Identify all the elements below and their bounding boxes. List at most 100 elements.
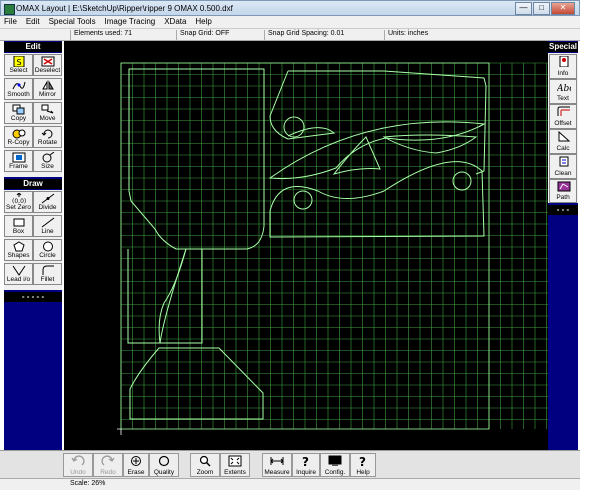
part-left-bar bbox=[127, 248, 187, 344]
part-blade-right bbox=[382, 134, 478, 154]
path-button[interactable]: Path bbox=[549, 179, 577, 203]
size-label: Size bbox=[41, 163, 54, 170]
line-button[interactable]: Line bbox=[33, 215, 62, 237]
fillet-button[interactable]: Fillet bbox=[33, 263, 62, 285]
size-button[interactable]: Size bbox=[33, 150, 62, 172]
draw-panel-more[interactable]: - - - - - bbox=[4, 292, 62, 302]
menu-bar: File Edit Special Tools Image Tracing XD… bbox=[0, 16, 580, 29]
extents-icon bbox=[228, 455, 242, 467]
smooth-button[interactable]: Smooth bbox=[4, 78, 33, 100]
erase-button[interactable]: Erase bbox=[123, 453, 149, 477]
edit-tools-group: S Select Deselect Smooth Mirror Copy Mov… bbox=[4, 53, 62, 177]
divide-label: Divide bbox=[38, 204, 57, 211]
text-label: Text bbox=[557, 95, 569, 102]
set-zero-button[interactable]: (0,0) Set Zero bbox=[4, 191, 33, 213]
title-bar: OMAX Layout | E:\SketchUp\Ripper\ripper … bbox=[0, 0, 580, 16]
hole-lower-left bbox=[293, 190, 313, 210]
select-label: Select bbox=[9, 67, 28, 74]
rotate-label: Rotate bbox=[37, 139, 58, 146]
move-label: Move bbox=[39, 115, 56, 122]
menu-special-tools[interactable]: Special Tools bbox=[45, 16, 99, 26]
offset-label: Offset bbox=[554, 120, 572, 127]
edit-panel-title: Edit bbox=[4, 42, 62, 52]
minimize-button[interactable]: — bbox=[515, 2, 532, 15]
path-label: Path bbox=[556, 194, 570, 201]
copy-icon bbox=[12, 104, 25, 115]
menu-help[interactable]: Help bbox=[191, 16, 214, 26]
part-upper-left bbox=[128, 68, 265, 250]
frame-label: Frame bbox=[9, 163, 28, 170]
drawing-canvas[interactable] bbox=[64, 41, 548, 450]
special-tools-group: Info Abc Text Offset Calc Clean Path bbox=[548, 53, 578, 203]
clean-button[interactable]: Clean bbox=[549, 154, 577, 179]
measure-icon bbox=[270, 457, 284, 465]
redo-button[interactable]: Redo bbox=[93, 453, 123, 477]
undo-button[interactable]: Undo bbox=[63, 453, 93, 477]
snap-grid-status: Snap Grid: OFF bbox=[176, 30, 229, 40]
shapes-icon bbox=[13, 241, 25, 252]
origin-marker bbox=[117, 428, 122, 435]
page-background-right bbox=[580, 0, 600, 493]
svg-text:?: ? bbox=[359, 455, 366, 467]
box-button[interactable]: Box bbox=[4, 215, 33, 237]
circle-icon bbox=[43, 241, 53, 252]
maximize-button[interactable]: □ bbox=[533, 2, 550, 15]
inquire-button[interactable]: ? Inquire bbox=[292, 453, 320, 477]
erase-icon bbox=[131, 456, 141, 466]
extents-button[interactable]: Extents bbox=[220, 453, 250, 477]
set-zero-icon: (0,0) bbox=[12, 193, 26, 204]
fillet-label: Fillet bbox=[40, 276, 55, 283]
undo-icon bbox=[71, 455, 85, 466]
config-button[interactable]: Config. bbox=[320, 453, 350, 477]
info-button[interactable]: Info bbox=[549, 54, 577, 79]
rotate-button[interactable]: Rotate bbox=[33, 126, 62, 148]
box-label: Box bbox=[12, 228, 25, 235]
close-button[interactable]: ✕ bbox=[551, 2, 575, 15]
quality-button[interactable]: Quality bbox=[149, 453, 179, 477]
frame-button[interactable]: Frame bbox=[4, 150, 33, 172]
cad-drawing bbox=[117, 62, 548, 435]
zoom-icon bbox=[199, 455, 211, 467]
rotate-copy-button[interactable]: R-Copy bbox=[4, 126, 33, 148]
window-controls: — □ ✕ bbox=[515, 2, 575, 15]
menu-image-tracing[interactable]: Image Tracing bbox=[101, 16, 159, 26]
special-panel-more[interactable]: - - - bbox=[548, 205, 578, 215]
svg-text:S: S bbox=[17, 58, 22, 67]
circle-button[interactable]: Circle bbox=[33, 239, 62, 261]
text-button[interactable]: Abc Text bbox=[549, 79, 577, 104]
move-button[interactable]: Move bbox=[33, 102, 62, 124]
right-tool-panel: Special Info Abc Text Offset Calc Clean … bbox=[548, 41, 578, 450]
bottom-toolbar: Undo Redo Erase Quality Zoom Extents Mea… bbox=[0, 450, 580, 478]
undo-label: Undo bbox=[70, 469, 86, 476]
line-icon bbox=[41, 217, 55, 228]
svg-text:?: ? bbox=[302, 455, 309, 467]
frame-icon bbox=[12, 152, 26, 163]
calc-button[interactable]: Calc bbox=[549, 129, 577, 154]
omax-app-icon bbox=[4, 4, 15, 15]
box-icon bbox=[13, 218, 25, 227]
info-icon bbox=[559, 56, 569, 67]
lead-io-button[interactable]: Lead i/o bbox=[4, 263, 33, 285]
rotate-copy-icon bbox=[12, 129, 26, 139]
offset-icon bbox=[557, 106, 570, 116]
mirror-icon bbox=[42, 80, 54, 90]
deselect-button[interactable]: Deselect bbox=[33, 54, 62, 76]
inquire-label: Inquire bbox=[296, 469, 316, 476]
shapes-button[interactable]: Shapes bbox=[4, 239, 33, 261]
divide-button[interactable]: Divide bbox=[33, 191, 62, 213]
move-icon bbox=[41, 104, 54, 114]
menu-xdata[interactable]: XData bbox=[160, 16, 189, 26]
svg-text:Abc: Abc bbox=[557, 84, 571, 92]
offset-button[interactable]: Offset bbox=[549, 104, 577, 129]
deselect-label: Deselect bbox=[34, 67, 61, 74]
mirror-button[interactable]: Mirror bbox=[33, 78, 62, 100]
select-button[interactable]: S Select bbox=[4, 54, 33, 76]
extents-label: Extents bbox=[224, 469, 246, 476]
copy-button[interactable]: Copy bbox=[4, 102, 33, 124]
menu-edit[interactable]: Edit bbox=[22, 16, 43, 26]
measure-button[interactable]: Measure bbox=[262, 453, 292, 477]
help-button[interactable]: ? Help bbox=[350, 453, 376, 477]
zoom-button[interactable]: Zoom bbox=[190, 453, 220, 477]
menu-file[interactable]: File bbox=[0, 16, 20, 26]
fillet-icon bbox=[42, 265, 54, 275]
